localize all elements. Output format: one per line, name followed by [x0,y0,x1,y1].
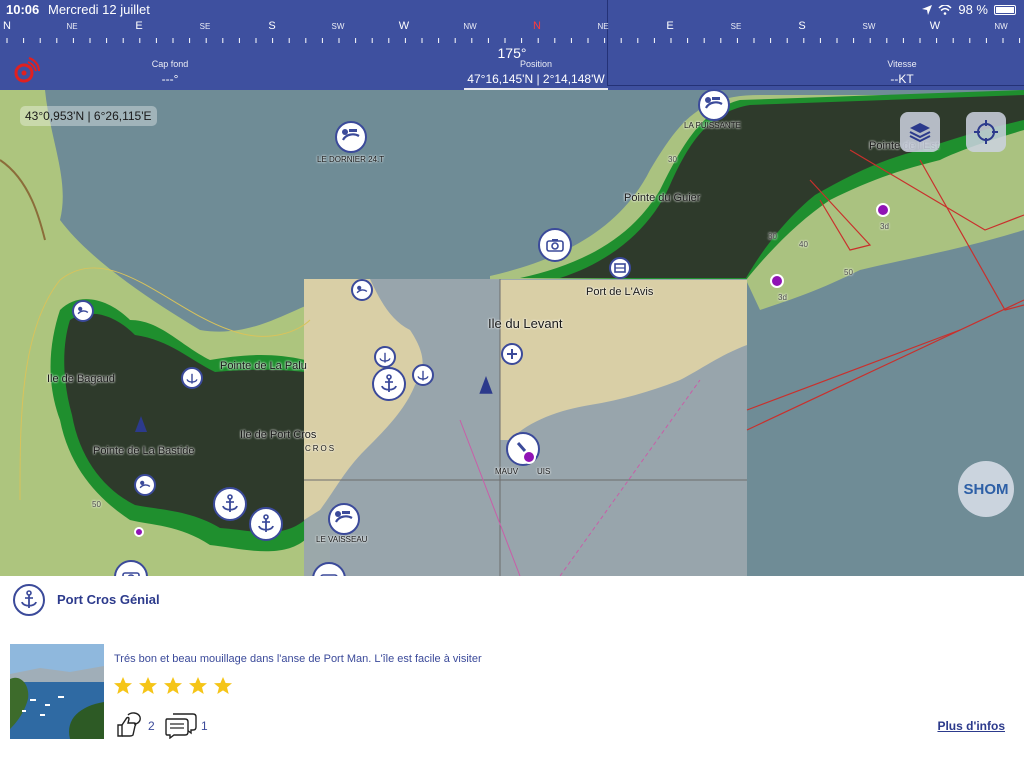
battery-percent: 98 % [958,2,988,17]
poi-description: Trés bon et beau mouillage dans l'anse d… [114,653,482,665]
comments-icon[interactable] [165,711,197,739]
label-ile-de-port-cros: Ile de Port Cros [240,429,317,441]
battery-icon [994,4,1016,15]
radar-icon[interactable] [8,56,40,88]
status-time: 10:06 [6,2,40,17]
speed-value: --KT [890,72,914,86]
compass-label: S [268,20,276,32]
depth-label: 30 [668,155,677,164]
cursor-coordinates: 43°0,953'N | 6°26,115'E [20,106,157,126]
label-ile-du-levant: Ile du Levant [488,316,563,331]
wifi-icon [938,4,952,15]
anchorage-pin-icon[interactable] [374,346,396,368]
status-right: 98 % [922,2,1016,17]
shom-label: SHOM [963,480,1009,498]
navigation-header: 10:06 Mercredi 12 juillet 98 % N NE E SE… [0,0,1024,90]
anchorage-pin-icon[interactable] [181,367,203,389]
locate-button[interactable] [966,112,1006,152]
compass-north-label: N [533,20,541,32]
poi-dot[interactable] [876,203,890,217]
dive-pin-icon[interactable] [351,279,373,301]
sailboat-icon[interactable] [478,376,494,396]
anchorage-pin-icon[interactable] [412,364,434,386]
crosshair-icon [974,120,998,144]
dive-site-icon[interactable] [327,502,361,536]
cap-fond-label: Cap fond [151,59,189,69]
position-value[interactable]: 47°16,145'N | 2°14,148'W [467,72,604,86]
status-bar: 10:06 Mercredi 12 juillet 98 % [0,0,1024,20]
depth-label: 50 [92,500,101,509]
compass-label: W [398,20,410,32]
rating-stars [113,676,233,696]
compass-label: NW [463,22,477,31]
compass-label: S [798,20,806,32]
layers-button[interactable] [900,112,940,152]
anchorage-icon[interactable] [249,507,283,541]
cap-fond-value: ---° [161,72,179,86]
layers-icon [909,123,931,143]
label-ile-de-bagaud: Ile de Bagaud [47,373,115,385]
dive-site-icon[interactable] [334,120,368,154]
compass-label: W [929,20,941,32]
star-icon [164,677,182,694]
depth-label: 40 [799,240,808,249]
position-underline [464,88,608,90]
compass-label: SW [862,22,876,31]
location-arrow-icon [922,4,933,15]
status-date: Mercredi 12 juillet [48,2,150,17]
label-pointe-du-guier: Pointe du Guier [624,192,701,204]
poi-dot[interactable] [522,450,536,464]
label-le-dornier: LE DORNIER 24.T [317,155,385,164]
label-mauvais: MAUV [495,467,519,476]
likes-count: 2 [148,719,155,733]
compass-label: NE [66,22,78,31]
dive-pin-icon[interactable] [72,300,94,322]
compass-label: E [666,20,674,32]
dive-site-icon[interactable] [697,88,731,122]
depth-label: 3d [880,222,889,231]
poi-dot[interactable] [770,274,784,288]
anchorage-icon [13,584,45,616]
label-pointe-de-la-palu: Pointe de La Palu [220,360,307,372]
depth-label: 3d [778,293,787,302]
poi-photo[interactable] [10,644,104,739]
depth-label: 50 [844,268,853,277]
poi-title: Port Cros Génial [57,592,160,607]
poi-dot[interactable] [134,527,144,537]
star-icon [189,677,207,694]
anchorage-icon[interactable] [213,487,247,521]
anchorage-icon[interactable] [372,367,406,401]
poi-detail-panel: Port Cros Génial Trés bon et beau mouill… [0,576,1024,768]
label-pointe-de-la-bastide: Pointe de La Bastide [93,445,195,457]
dive-pin-icon[interactable] [134,474,156,496]
compass-strip: N NE E SE S SW W NW N NE E SE S SW W NW [0,18,1024,43]
label-cros: CROS [305,444,337,453]
compass-label: NW [994,22,1008,31]
compass-ticks [6,38,1021,43]
compass-label: NE [597,22,609,31]
speed-label: Vitesse [887,59,917,69]
label-le-vaisseau: LE VAISSEAU [316,535,368,544]
compass-label: SW [331,22,345,31]
sailboat-icon[interactable] [134,416,148,434]
shom-chart-toggle-button[interactable]: SHOM [958,461,1014,517]
compass-label: SE [730,22,742,31]
compass-label: E [135,20,143,32]
compass-label: SE [199,22,211,31]
comments-count: 1 [201,719,208,733]
star-icon [114,677,132,694]
more-info-link[interactable]: Plus d'infos [937,719,1005,733]
compass-label: N [3,20,11,32]
depth-label: 30 [768,232,777,241]
label-port-de-l-avis: Port de L'Avis [586,286,654,298]
harbour-icon[interactable] [609,257,631,279]
star-icon [139,677,157,694]
likes-icon[interactable] [114,711,142,739]
label-la-puissante: LA PUISSANTE [684,121,741,130]
position-label: Position [519,59,553,69]
add-marker-icon[interactable] [501,343,523,365]
star-icon [214,677,232,694]
label-mauvais-end: UIS [537,467,551,476]
camera-icon[interactable] [538,228,572,262]
